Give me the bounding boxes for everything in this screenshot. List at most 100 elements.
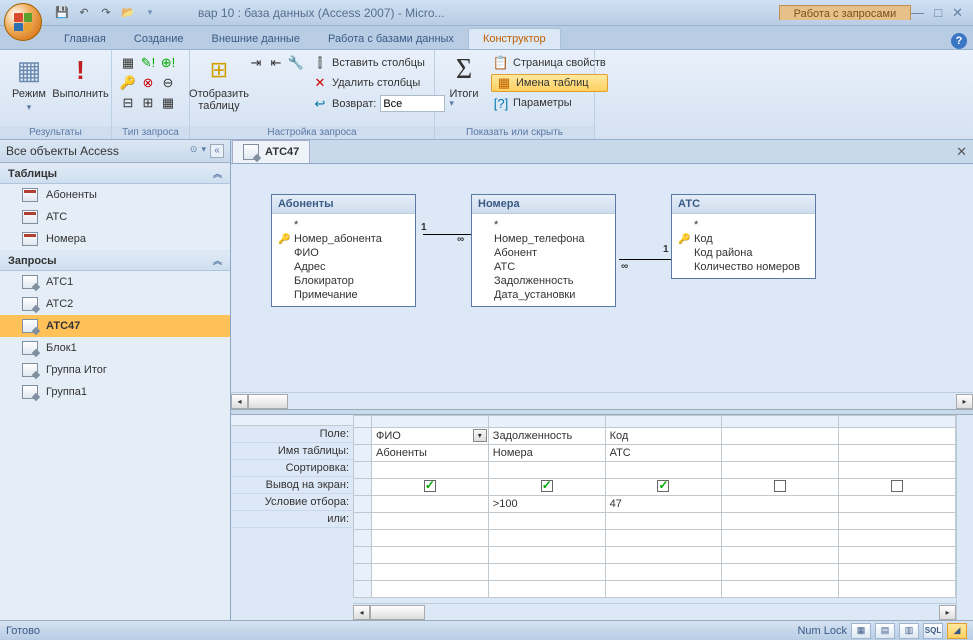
- select-query-icon[interactable]: ▦: [120, 55, 136, 71]
- empty-cell[interactable]: [372, 564, 489, 581]
- close-document-icon[interactable]: ✕: [956, 144, 967, 160]
- col-selector[interactable]: [605, 416, 722, 428]
- empty-cell[interactable]: [722, 530, 839, 547]
- field-row[interactable]: *: [478, 218, 609, 232]
- help-icon[interactable]: ?: [951, 33, 967, 49]
- view-sql-icon[interactable]: SQL: [923, 623, 943, 639]
- row-selector[interactable]: [354, 445, 372, 462]
- delete-query-icon[interactable]: ⊖: [160, 75, 176, 91]
- update-icon[interactable]: ⊗: [140, 75, 156, 91]
- collapse-icon[interactable]: ︽: [213, 254, 222, 267]
- checkbox-icon[interactable]: [657, 480, 669, 492]
- make-table-icon[interactable]: ✎!: [140, 55, 156, 71]
- datadef-icon[interactable]: ▦: [160, 95, 176, 111]
- view-button[interactable]: ▦ Режим ▾: [6, 52, 52, 115]
- run-button[interactable]: ! Выполнить: [56, 52, 105, 102]
- scroll-thumb[interactable]: [248, 394, 288, 409]
- or-cell[interactable]: [488, 513, 605, 530]
- row-selector[interactable]: [354, 462, 372, 479]
- empty-cell[interactable]: [488, 581, 605, 598]
- diagram-table[interactable]: Номера*Номер_телефонаАбонентАТСЗадолженн…: [471, 194, 616, 307]
- tab-design[interactable]: Конструктор: [468, 28, 561, 49]
- table-cell[interactable]: [839, 445, 956, 462]
- nav-section-queries[interactable]: Запросы︽: [0, 250, 230, 271]
- scroll-right-icon[interactable]: ▸: [956, 394, 973, 409]
- empty-cell[interactable]: [488, 547, 605, 564]
- nav-item-query[interactable]: АТС1: [0, 271, 230, 293]
- field-cell[interactable]: Код: [605, 428, 722, 445]
- show-cell[interactable]: [605, 479, 722, 496]
- table-header[interactable]: Абоненты: [272, 195, 415, 214]
- show-cell[interactable]: [372, 479, 489, 496]
- empty-cell[interactable]: [839, 547, 956, 564]
- empty-cell[interactable]: [488, 530, 605, 547]
- minimize-icon[interactable]: —: [911, 5, 924, 21]
- empty-cell[interactable]: [839, 581, 956, 598]
- criteria-cell[interactable]: >100: [488, 496, 605, 513]
- col-selector[interactable]: [839, 416, 956, 428]
- col-selector[interactable]: [372, 416, 489, 428]
- view-pivot-icon[interactable]: ▤: [875, 623, 895, 639]
- tab-create[interactable]: Создание: [120, 29, 198, 49]
- empty-cell[interactable]: [722, 581, 839, 598]
- close-icon[interactable]: ✕: [952, 5, 963, 21]
- nav-item-query[interactable]: АТС47: [0, 315, 230, 337]
- field-row[interactable]: *: [278, 218, 409, 232]
- or-cell[interactable]: [605, 513, 722, 530]
- row-selector[interactable]: [354, 513, 372, 530]
- table-cell[interactable]: АТС: [605, 445, 722, 462]
- nav-item-query[interactable]: Группа1: [0, 381, 230, 403]
- nav-item-table[interactable]: Абоненты: [0, 184, 230, 206]
- tab-home[interactable]: Главная: [50, 29, 120, 49]
- table-cell[interactable]: Номера: [488, 445, 605, 462]
- field-cell[interactable]: [839, 428, 956, 445]
- passthrough-icon[interactable]: ⊞: [140, 95, 156, 111]
- field-row[interactable]: Код района: [678, 246, 809, 260]
- nav-item-query[interactable]: Группа Итог: [0, 359, 230, 381]
- or-cell[interactable]: [839, 513, 956, 530]
- col-selector[interactable]: [488, 416, 605, 428]
- delete-cols-button[interactable]: ✕Удалить столбцы: [310, 74, 456, 92]
- scroll-right-icon[interactable]: ▸: [939, 605, 956, 620]
- field-row[interactable]: 🔑Код: [678, 232, 809, 246]
- empty-cell[interactable]: [605, 564, 722, 581]
- checkbox-icon[interactable]: [774, 480, 786, 492]
- show-cell[interactable]: [722, 479, 839, 496]
- criteria-cell[interactable]: [722, 496, 839, 513]
- checkbox-icon[interactable]: [541, 480, 553, 492]
- property-sheet-button[interactable]: 📋Страница свойств: [491, 54, 608, 72]
- show-table-button[interactable]: ⊞ Отобразить таблицу: [196, 52, 242, 114]
- insert-cols-button[interactable]: ⫿Вставить столбцы: [310, 54, 456, 72]
- diagram-table[interactable]: Абоненты*🔑Номер_абонентаФИОАдресБлокират…: [271, 194, 416, 307]
- table-header[interactable]: АТС: [672, 195, 815, 214]
- nav-header[interactable]: Все объекты Access ⊙▾«: [0, 140, 230, 163]
- view-chart-icon[interactable]: ▥: [899, 623, 919, 639]
- empty-cell[interactable]: [372, 547, 489, 564]
- empty-cell[interactable]: [488, 564, 605, 581]
- show-cell[interactable]: [839, 479, 956, 496]
- office-button[interactable]: [4, 3, 42, 41]
- union-icon[interactable]: ⊟: [120, 95, 136, 111]
- nav-item-query[interactable]: АТС2: [0, 293, 230, 315]
- table-cell[interactable]: [722, 445, 839, 462]
- sort-cell[interactable]: [605, 462, 722, 479]
- empty-cell[interactable]: [372, 530, 489, 547]
- scroll-thumb[interactable]: [370, 605, 425, 620]
- empty-cell[interactable]: [372, 581, 489, 598]
- empty-cell[interactable]: [839, 530, 956, 547]
- tab-dbtools[interactable]: Работа с базами данных: [314, 29, 468, 49]
- field-row[interactable]: Количество номеров: [678, 260, 809, 274]
- scroll-left-icon[interactable]: ◂: [353, 605, 370, 620]
- nav-item-query[interactable]: Блок1: [0, 337, 230, 359]
- show-cell[interactable]: [488, 479, 605, 496]
- view-design-icon[interactable]: ◢: [947, 623, 967, 639]
- sort-cell[interactable]: [839, 462, 956, 479]
- criteria-cell[interactable]: [372, 496, 489, 513]
- field-row[interactable]: Задолженность: [478, 274, 609, 288]
- nav-item-table[interactable]: Номера: [0, 228, 230, 250]
- empty-cell[interactable]: [605, 530, 722, 547]
- field-cell[interactable]: ФИО▾: [372, 428, 489, 445]
- grid-scrollbar[interactable]: ◂ ▸: [353, 603, 956, 620]
- sort-cell[interactable]: [488, 462, 605, 479]
- collapse-icon[interactable]: ︽: [213, 167, 222, 180]
